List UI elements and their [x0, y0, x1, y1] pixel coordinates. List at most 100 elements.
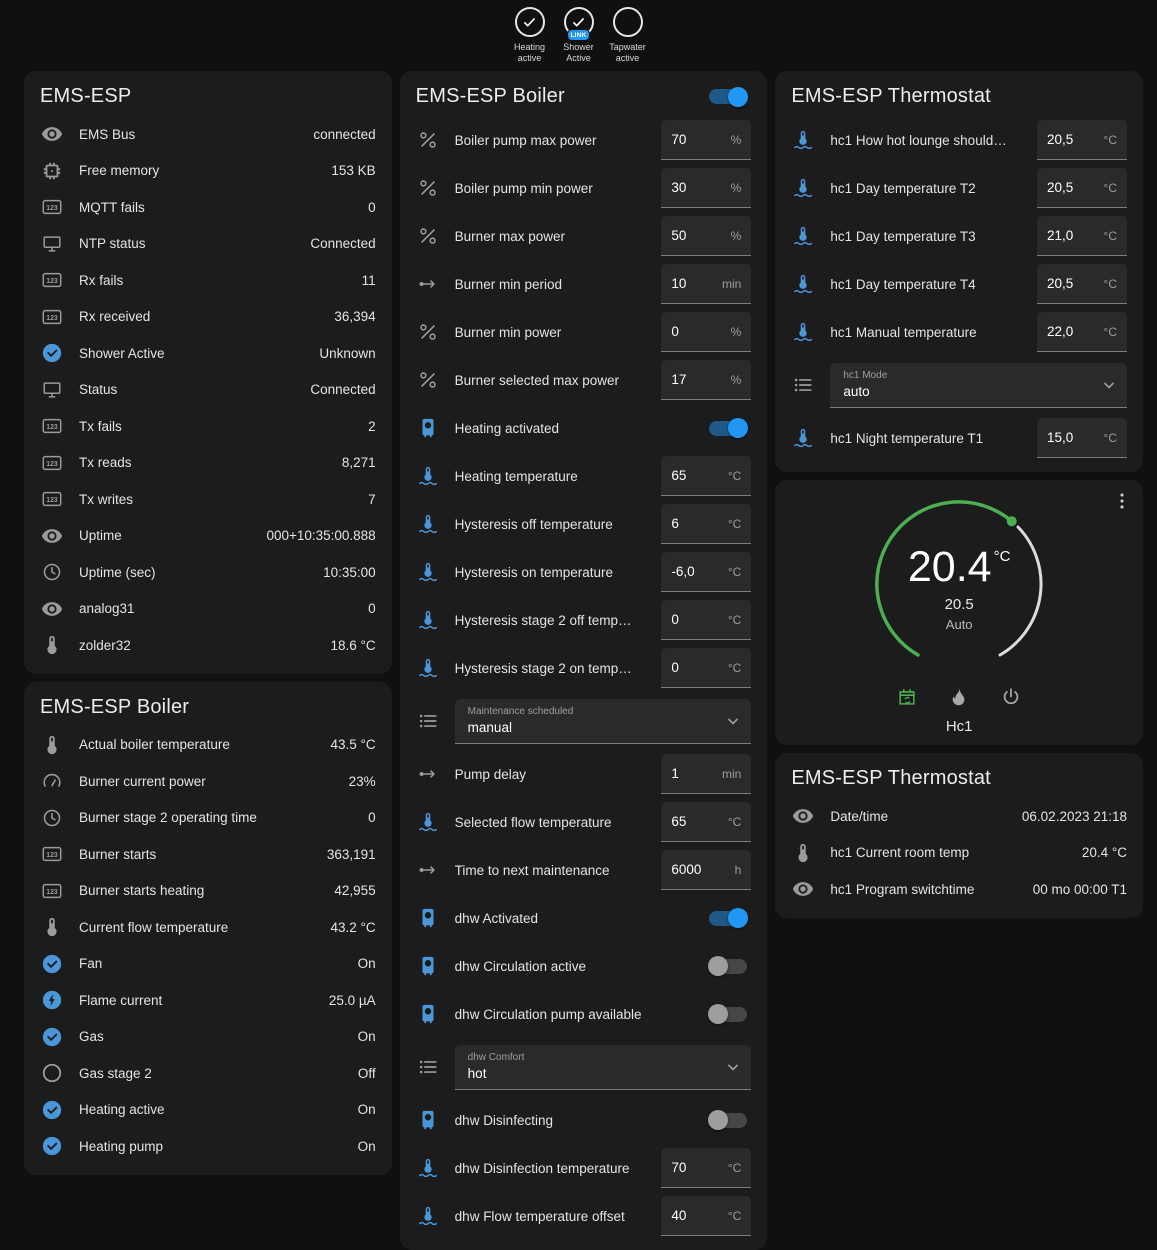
entity-row[interactable]: Heating pumpOn — [24, 1128, 392, 1165]
entity-row[interactable]: Burner min period10min — [400, 260, 768, 308]
entity-row[interactable]: Boiler pump min power30% — [400, 164, 768, 212]
entity-row[interactable]: Maintenance scheduledmanual — [400, 692, 768, 750]
entity-row[interactable]: Heating activeOn — [24, 1092, 392, 1129]
card-toggle-switch[interactable] — [709, 89, 747, 104]
entity-row[interactable]: EMS Busconnected — [24, 116, 392, 153]
entity-row[interactable]: dhw Disinfecting — [400, 1096, 768, 1144]
entity-row[interactable]: Free memory153 KB — [24, 153, 392, 190]
entity-row[interactable]: Actual boiler temperature43.5 °C — [24, 727, 392, 764]
entity-row[interactable]: dhw Circulation active — [400, 942, 768, 990]
entity-row[interactable]: hc1 Manual temperature22,0°C — [775, 308, 1143, 356]
calendar-sync-icon[interactable] — [895, 685, 919, 709]
toggle-switch[interactable] — [709, 959, 747, 974]
entity-row[interactable]: Flame current25.0 µA — [24, 982, 392, 1019]
entity-row[interactable]: 123Tx fails2 — [24, 408, 392, 445]
number-input[interactable]: -6,0°C — [661, 552, 751, 592]
number-input[interactable]: 0°C — [661, 600, 751, 640]
number-input[interactable]: 0% — [661, 312, 751, 352]
number-input[interactable]: 20,5°C — [1037, 168, 1127, 208]
entity-row[interactable]: dhw Comforthot — [400, 1038, 768, 1096]
entity-name: Hysteresis stage 2 off temp… — [455, 613, 647, 628]
entity-row[interactable]: StatusConnected — [24, 372, 392, 409]
power-icon[interactable] — [999, 685, 1023, 709]
entity-row[interactable]: hc1 Program switchtime00 mo 00:00 T1 — [775, 871, 1143, 908]
entity-row[interactable]: dhw Circulation pump available — [400, 990, 768, 1038]
entity-row[interactable]: Uptime (sec)10:35:00 — [24, 554, 392, 591]
entity-row[interactable]: Boiler pump max power70% — [400, 116, 768, 164]
entity-row[interactable]: hc1 Modeauto — [775, 356, 1143, 414]
toggle-switch[interactable] — [709, 911, 747, 926]
entity-row[interactable]: 123Rx received36,394 — [24, 299, 392, 336]
entity-row[interactable]: Heating activated — [400, 404, 768, 452]
entity-row[interactable]: analog310 — [24, 591, 392, 628]
entity-row[interactable]: Burner stage 2 operating time0 — [24, 800, 392, 837]
entity-row[interactable]: hc1 Current room temp20.4 °C — [775, 835, 1143, 872]
entity-row[interactable]: Burner selected max power17% — [400, 356, 768, 404]
select-field[interactable]: Maintenance scheduledmanual — [455, 699, 752, 744]
entity-row[interactable]: Shower ActiveUnknown — [24, 335, 392, 372]
entity-row[interactable]: Date/time06.02.2023 21:18 — [775, 798, 1143, 835]
number-input[interactable]: 65°C — [661, 802, 751, 842]
toggle-switch[interactable] — [709, 1007, 747, 1022]
select-field[interactable]: dhw Comforthot — [455, 1045, 752, 1090]
number-input[interactable]: 65°C — [661, 456, 751, 496]
entity-row[interactable]: 123Rx fails11 — [24, 262, 392, 299]
entity-row[interactable]: 123Burner starts363,191 — [24, 836, 392, 873]
entity-row[interactable]: Heating temperature65°C — [400, 452, 768, 500]
number-input[interactable]: 17% — [661, 360, 751, 400]
entity-row[interactable]: Hysteresis stage 2 on temp…0°C — [400, 644, 768, 692]
entity-row[interactable]: 123MQTT fails0 — [24, 189, 392, 226]
fire-icon[interactable] — [947, 685, 971, 709]
entity-row[interactable]: 123Burner starts heating42,955 — [24, 873, 392, 910]
entity-row[interactable]: dhw Flow temperature offset40°C — [400, 1192, 768, 1240]
number-input[interactable]: 1min — [661, 754, 751, 794]
entity-row[interactable]: hc1 Day temperature T420,5°C — [775, 260, 1143, 308]
entity-row[interactable]: zolder3218.6 °C — [24, 627, 392, 664]
entity-row[interactable]: Burner max power50% — [400, 212, 768, 260]
entity-row[interactable]: FanOn — [24, 946, 392, 983]
select-field[interactable]: hc1 Modeauto — [830, 363, 1127, 408]
entity-row[interactable]: 123Tx reads8,271 — [24, 445, 392, 482]
entity-row[interactable]: dhw Activated — [400, 894, 768, 942]
toggle-switch[interactable] — [709, 421, 747, 436]
glance-item[interactable]: Tapwater active — [605, 7, 651, 71]
entity-row[interactable]: Burner current power23% — [24, 763, 392, 800]
number-input[interactable]: 6°C — [661, 504, 751, 544]
number-input[interactable]: 40°C — [661, 1196, 751, 1236]
number-input[interactable]: 20,5°C — [1037, 120, 1127, 160]
entity-row[interactable]: hc1 How hot lounge should…20,5°C — [775, 116, 1143, 164]
number-input[interactable]: 6000h — [661, 850, 751, 890]
number-input[interactable]: 22,0°C — [1037, 312, 1127, 352]
entity-row[interactable]: dhw Disinfection temperature70°C — [400, 1144, 768, 1192]
number-input[interactable]: 20,5°C — [1037, 264, 1127, 304]
entity-row[interactable]: hc1 Night temperature T115,0°C — [775, 414, 1143, 462]
number-input[interactable]: 21,0°C — [1037, 216, 1127, 256]
number-input[interactable]: 70°C — [661, 1148, 751, 1188]
glance-item[interactable]: Heating active — [507, 7, 553, 71]
entity-row[interactable]: Pump delay1min — [400, 750, 768, 798]
entity-row[interactable]: Hysteresis on temperature-6,0°C — [400, 548, 768, 596]
number-input[interactable]: 15,0°C — [1037, 418, 1127, 458]
number-input[interactable]: 70% — [661, 120, 751, 160]
entity-row[interactable]: Uptime000+10:35:00.888 — [24, 518, 392, 555]
entity-row[interactable]: hc1 Day temperature T220,5°C — [775, 164, 1143, 212]
more-options-button[interactable] — [1111, 490, 1135, 514]
entity-row[interactable]: NTP statusConnected — [24, 226, 392, 263]
entity-row[interactable]: GasOn — [24, 1019, 392, 1056]
number-input[interactable]: 0°C — [661, 648, 751, 688]
entity-row[interactable]: 123Tx writes7 — [24, 481, 392, 518]
entity-row[interactable]: Hysteresis stage 2 off temp… 0°C — [400, 596, 768, 644]
entity-row[interactable]: hc1 Day temperature T321,0°C — [775, 212, 1143, 260]
entity-row[interactable]: Burner min power0% — [400, 308, 768, 356]
glance-item[interactable]: LINKShower Active — [556, 7, 602, 71]
toggle-switch[interactable] — [709, 1113, 747, 1128]
number-input[interactable]: 10min — [661, 264, 751, 304]
entity-row[interactable]: Hysteresis off temperature6°C — [400, 500, 768, 548]
entity-row[interactable]: Current flow temperature43.2 °C — [24, 909, 392, 946]
number-input[interactable]: 30% — [661, 168, 751, 208]
entity-row[interactable]: Time to next maintenance6000h — [400, 846, 768, 894]
thermostat-dial[interactable]: 20.4 °C 20.5 Auto — [869, 494, 1049, 679]
entity-row[interactable]: Gas stage 2Off — [24, 1055, 392, 1092]
entity-row[interactable]: Selected flow temperature65°C — [400, 798, 768, 846]
number-input[interactable]: 50% — [661, 216, 751, 256]
